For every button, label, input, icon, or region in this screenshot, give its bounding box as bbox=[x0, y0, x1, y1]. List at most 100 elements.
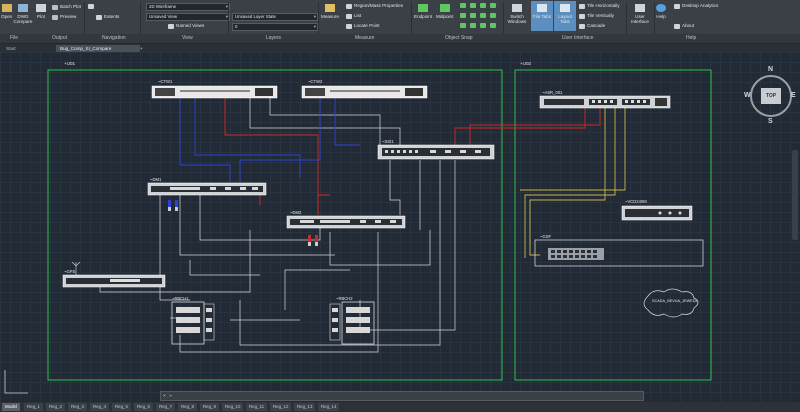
layout-tab[interactable]: Reg_4 bbox=[90, 403, 110, 411]
printer-icon bbox=[36, 4, 46, 12]
command-line[interactable]: × » bbox=[160, 391, 644, 401]
named-views-button[interactable]: Named Views bbox=[168, 23, 204, 29]
list-button[interactable]: List bbox=[346, 13, 361, 19]
layout-tabs-button[interactable]: Layout Tabs bbox=[554, 1, 576, 31]
batch-plot-button[interactable]: Batch Plot bbox=[52, 4, 81, 10]
layout-tab[interactable]: Reg_12 bbox=[270, 403, 293, 411]
yellow-wiring bbox=[520, 108, 626, 258]
tile-horizontal-icon bbox=[579, 3, 585, 9]
snap-extension-button[interactable] bbox=[490, 3, 498, 8]
schematic-drawing[interactable] bbox=[0, 52, 800, 402]
tile-horizontally-button[interactable]: Tile Horizontally bbox=[579, 3, 620, 9]
viewcube-top-face[interactable]: TOP bbox=[761, 88, 781, 104]
panel-object-snap[interactable]: Object Snap bbox=[445, 34, 473, 43]
layout-tab[interactable]: Reg_8 bbox=[178, 403, 198, 411]
region-mass-properties-button[interactable]: Region/Mass Properties bbox=[346, 3, 403, 9]
panel-user-interface[interactable]: User Interface bbox=[562, 34, 593, 43]
layout-tab-model[interactable]: Model bbox=[2, 403, 21, 411]
compass-east[interactable]: E bbox=[791, 92, 796, 99]
preview-button[interactable]: Preview bbox=[52, 14, 76, 20]
layout-tab[interactable]: Reg_14 bbox=[318, 403, 341, 411]
user-interface-icon bbox=[635, 4, 645, 12]
pan-button[interactable] bbox=[88, 4, 96, 9]
document-tabs: Start Bug_Comp_SI_Compare + bbox=[0, 44, 800, 52]
tile-vertically-button[interactable]: Tile Vertically bbox=[579, 13, 614, 19]
label-rbc-b: ~RBCH2 bbox=[336, 296, 353, 301]
layout-tab[interactable]: Reg_10 bbox=[222, 403, 245, 411]
viewcube[interactable]: N S E W TOP bbox=[744, 66, 799, 130]
snap-insert-button[interactable] bbox=[460, 13, 468, 18]
label-rbc-a: ~RBCH1 bbox=[172, 296, 189, 301]
panel-file[interactable]: File bbox=[10, 34, 18, 43]
snap-settings-button[interactable] bbox=[490, 23, 498, 28]
open-button[interactable]: Open bbox=[1, 3, 12, 19]
cascade-button[interactable]: Cascade bbox=[579, 23, 605, 29]
drawing-canvas[interactable]: +U01 +U02 ~CTW1 ~CTW2 ~SSI1 ~DM1 ~DM2 ~G… bbox=[0, 52, 800, 402]
analytics-icon bbox=[674, 3, 680, 9]
snap-insert-icon bbox=[460, 13, 466, 18]
vertical-scrollbar[interactable] bbox=[792, 150, 798, 240]
label-vcd: ~VCD240M bbox=[625, 199, 647, 204]
snap-tangent-button[interactable] bbox=[480, 13, 488, 18]
locate-point-button[interactable]: Locate Point bbox=[346, 23, 380, 29]
switch-windows-button[interactable]: Switch Windows bbox=[506, 3, 528, 24]
layout-tab[interactable]: Reg_1 bbox=[24, 403, 44, 411]
layout-tab[interactable]: Reg_2 bbox=[46, 403, 66, 411]
snap-apparent-icon bbox=[480, 23, 486, 28]
about-icon bbox=[674, 23, 680, 29]
snap-intersection-button[interactable] bbox=[480, 3, 488, 8]
extents-button[interactable]: Extents bbox=[96, 14, 119, 20]
plot-button[interactable]: Plot bbox=[36, 3, 46, 19]
saved-view-combo[interactable]: Unsaved View bbox=[146, 13, 230, 21]
layer-combo[interactable]: 0 bbox=[232, 23, 318, 31]
measure-button[interactable]: Measure bbox=[321, 3, 339, 19]
panel-layers[interactable]: Layers bbox=[266, 34, 281, 43]
help-button[interactable]: Help bbox=[656, 3, 666, 19]
snap-center-button[interactable] bbox=[460, 3, 468, 8]
midpoint-snap-button[interactable]: Midpoint bbox=[436, 3, 453, 19]
label-ctw2: ~CTW2 bbox=[308, 79, 323, 84]
layout-tab[interactable]: Reg_6 bbox=[134, 403, 154, 411]
snap-apparent-button[interactable] bbox=[480, 23, 488, 28]
snap-parallel-button[interactable] bbox=[470, 23, 478, 28]
endpoint-snap-button[interactable]: Endpoint bbox=[414, 3, 432, 19]
compass-south[interactable]: S bbox=[768, 118, 773, 125]
new-tab-plus-icon[interactable]: + bbox=[136, 45, 147, 52]
layout-tab[interactable]: Reg_7 bbox=[156, 403, 176, 411]
panel-measure[interactable]: Measure bbox=[355, 34, 374, 43]
close-icon[interactable]: × bbox=[161, 392, 168, 400]
layer-state-combo[interactable]: Unsaved Layer State bbox=[232, 13, 318, 21]
file-tabs-button[interactable]: File Tabs bbox=[531, 1, 553, 31]
locate-point-icon bbox=[346, 23, 352, 29]
user-interface-button[interactable]: User Interface bbox=[629, 3, 651, 24]
layout-tab[interactable]: Reg_11 bbox=[246, 403, 269, 411]
panel-navigation[interactable]: Navigation bbox=[102, 34, 126, 43]
panel-output[interactable]: Output bbox=[52, 34, 67, 43]
snap-node-button[interactable] bbox=[460, 23, 468, 28]
folder-icon bbox=[1, 4, 12, 12]
panel-help[interactable]: Help bbox=[686, 34, 696, 43]
dwg-compare-button[interactable]: DWG Compare bbox=[13, 3, 33, 24]
snap-perpendicular-button[interactable] bbox=[470, 13, 478, 18]
visual-style-combo[interactable]: 2D Wireframe bbox=[146, 3, 230, 11]
desktop-analytics-button[interactable]: Desktop Analytics bbox=[674, 3, 718, 9]
layout-tab[interactable]: Reg_13 bbox=[294, 403, 317, 411]
snap-quadrant-button[interactable] bbox=[470, 3, 478, 8]
compass-north[interactable]: N bbox=[768, 66, 773, 73]
panel-view[interactable]: View bbox=[182, 34, 193, 43]
snap-nearest-button[interactable] bbox=[490, 13, 498, 18]
cloud-label: SCADA_BEVUA_JEWEDA bbox=[652, 299, 698, 303]
snap-tangent-icon bbox=[480, 13, 486, 18]
region-icon bbox=[346, 3, 352, 9]
tile-vertical-icon bbox=[579, 13, 585, 19]
tab-start[interactable]: Start bbox=[2, 45, 20, 52]
layout-tab[interactable]: Reg_5 bbox=[112, 403, 132, 411]
tab-drawing-file[interactable]: Bug_Comp_SI_Compare bbox=[56, 45, 140, 52]
layout-tab[interactable]: Reg_9 bbox=[200, 403, 220, 411]
compass-west[interactable]: W bbox=[744, 92, 751, 99]
snap-perpendicular-icon bbox=[470, 13, 476, 18]
layout-tab[interactable]: Reg_3 bbox=[68, 403, 88, 411]
about-button[interactable]: About bbox=[674, 23, 694, 29]
label-asr: ~ASR_001 bbox=[542, 90, 563, 95]
label-dm1: ~DM1 bbox=[150, 177, 162, 182]
